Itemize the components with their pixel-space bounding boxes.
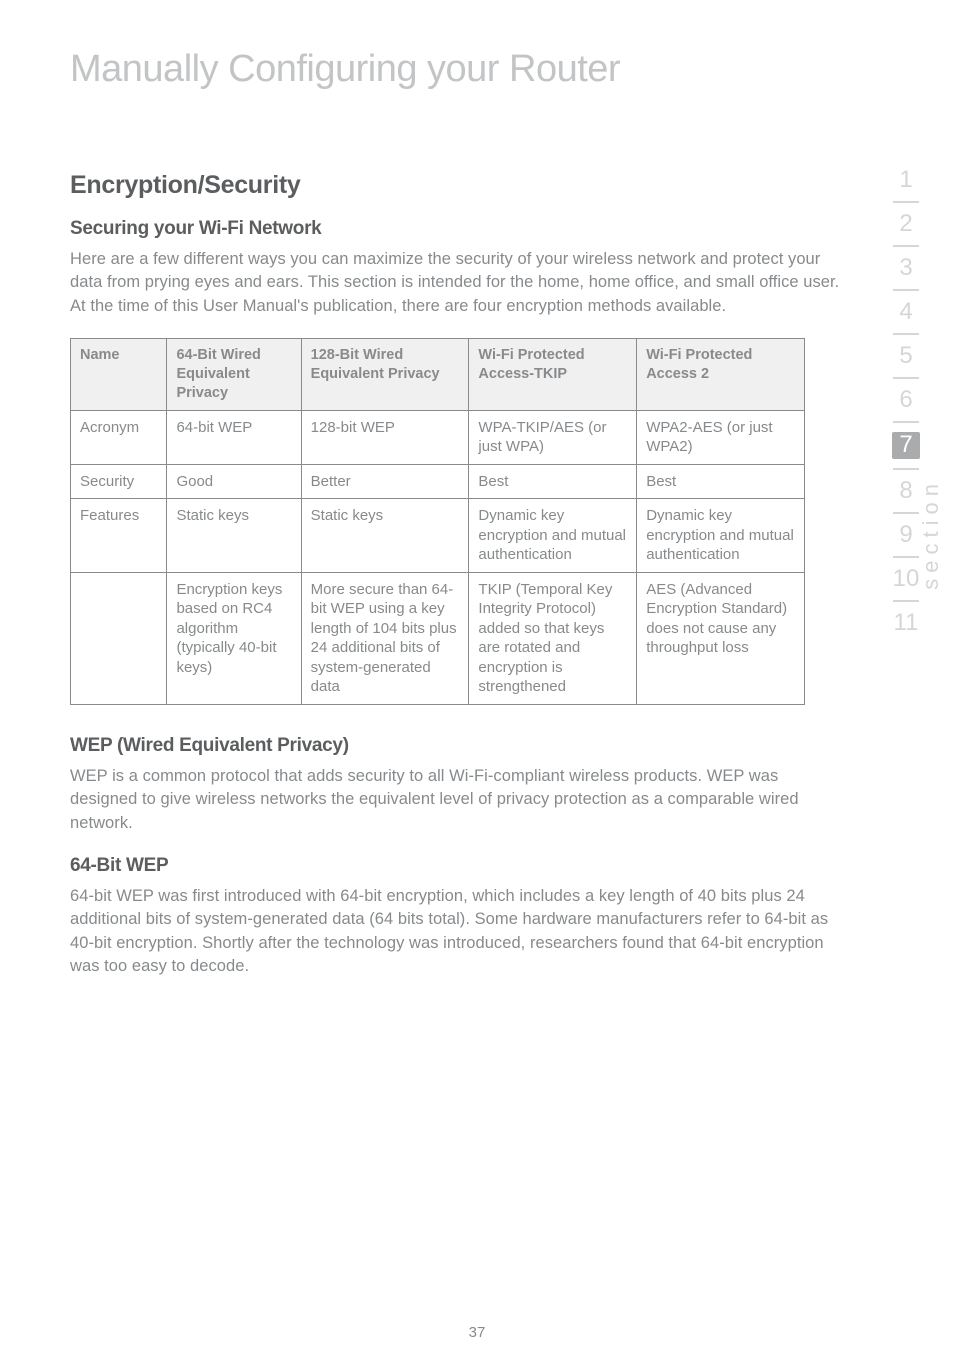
section-tab-7-active[interactable]: 7	[892, 432, 920, 459]
cell-acronym-label: Acronym	[71, 410, 167, 464]
tab-separator	[893, 600, 919, 602]
cell-security-64: Good	[167, 464, 301, 499]
cell-features-128: Static keys	[301, 499, 469, 573]
th-name: Name	[71, 339, 167, 411]
table-row: Acronym 64-bit WEP 128-bit WEP WPA-TKIP/…	[71, 410, 805, 464]
tab-separator	[893, 377, 919, 379]
section-tab-6[interactable]: 6	[876, 388, 936, 412]
tab-separator	[893, 333, 919, 335]
th-128: 128-Bit Wired Equivalent Privacy	[301, 339, 469, 411]
table-row: Features Static keys Static keys Dynamic…	[71, 499, 805, 573]
page-number: 37	[0, 1324, 954, 1341]
cell-acronym-tkip: WPA-TKIP/AES (or just WPA)	[469, 410, 637, 464]
heading-64bit-wep: 64-Bit WEP	[70, 855, 844, 877]
th-64: 64-Bit Wired Equivalent Privacy	[167, 339, 301, 411]
section-heading-encryption: Encryption/Security	[70, 171, 844, 200]
paragraph-64bit-wep: 64-bit WEP was first introduced with 64-…	[70, 885, 844, 979]
cell-acronym-128: 128-bit WEP	[301, 410, 469, 464]
tab-separator	[893, 245, 919, 247]
cell-features-64: Static keys	[167, 499, 301, 573]
security-comparison-table: Name 64-Bit Wired Equivalent Privacy 128…	[70, 338, 805, 705]
tab-separator	[893, 421, 919, 423]
section-label-vertical: section	[918, 478, 944, 590]
chapter-title: Manually Configuring your Router	[70, 48, 844, 91]
section-tab-3[interactable]: 3	[876, 256, 936, 280]
section-tab-2[interactable]: 2	[876, 212, 936, 236]
cell-detail-64: Encryption keys based on RC4 algorithm (…	[167, 572, 301, 704]
paragraph-securing-wifi: Here are a few different ways you can ma…	[70, 248, 844, 318]
section-tab-11[interactable]: 11	[876, 611, 936, 635]
tab-separator	[893, 512, 919, 514]
paragraph-wep: WEP is a common protocol that adds secur…	[70, 765, 844, 835]
cell-detail-128: More secure than 64-bit WEP using a key …	[301, 572, 469, 704]
section-tab-4[interactable]: 4	[876, 300, 936, 324]
table-header-row: Name 64-Bit Wired Equivalent Privacy 128…	[71, 339, 805, 411]
cell-detail-label	[71, 572, 167, 704]
cell-security-label: Security	[71, 464, 167, 499]
cell-features-label: Features	[71, 499, 167, 573]
section-tab-5[interactable]: 5	[876, 344, 936, 368]
th-tkip: Wi-Fi Protected Access-TKIP	[469, 339, 637, 411]
cell-features-tkip: Dynamic key encryption and mutual authen…	[469, 499, 637, 573]
cell-detail-wpa2: AES (Advanced Encryption Standard) does …	[637, 572, 805, 704]
tab-separator	[893, 468, 919, 470]
page: Manually Configuring your Router Encrypt…	[0, 0, 954, 1363]
cell-acronym-wpa2: WPA2-AES (or just WPA2)	[637, 410, 805, 464]
cell-security-128: Better	[301, 464, 469, 499]
tab-separator	[893, 556, 919, 558]
table-row: Encryption keys based on RC4 algorithm (…	[71, 572, 805, 704]
cell-security-wpa2: Best	[637, 464, 805, 499]
cell-detail-tkip: TKIP (Temporal Key Integrity Protocol) a…	[469, 572, 637, 704]
tab-separator	[893, 289, 919, 291]
th-wpa2: Wi-Fi Protected Access 2	[637, 339, 805, 411]
tab-separator	[893, 201, 919, 203]
table-row: Security Good Better Best Best	[71, 464, 805, 499]
heading-wep: WEP (Wired Equivalent Privacy)	[70, 735, 844, 757]
section-tab-1[interactable]: 1	[876, 168, 936, 192]
heading-securing-wifi: Securing your Wi-Fi Network	[70, 218, 844, 240]
cell-features-wpa2: Dynamic key encryption and mutual authen…	[637, 499, 805, 573]
cell-acronym-64: 64-bit WEP	[167, 410, 301, 464]
cell-security-tkip: Best	[469, 464, 637, 499]
